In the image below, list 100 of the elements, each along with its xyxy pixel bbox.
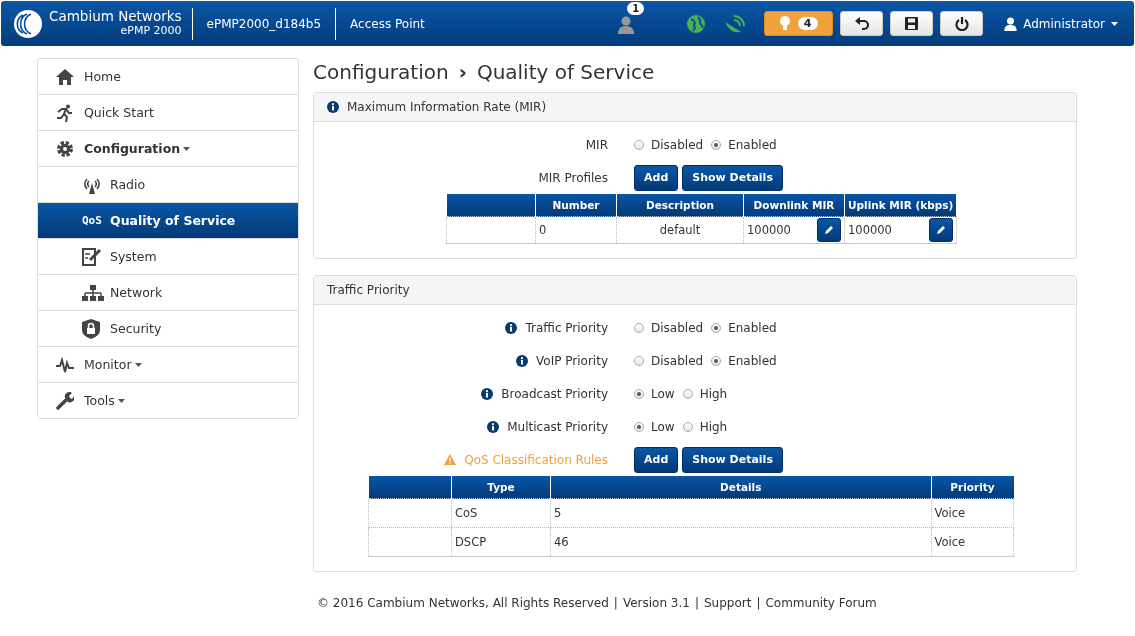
sidebar-item[interactable]: System — [38, 239, 298, 275]
radio-label: Enabled — [728, 353, 777, 368]
field-label: Broadcast Priority — [501, 386, 608, 401]
sidebar-item[interactable]: Security — [38, 311, 298, 347]
info-icon — [516, 354, 529, 367]
caret-icon — [117, 398, 125, 403]
sidebar-item[interactable]: Network — [38, 275, 298, 311]
footer-link[interactable]: Community Forum — [765, 596, 877, 610]
action-button[interactable]: Show Details — [682, 164, 783, 191]
sidebar-item[interactable]: Configuration — [38, 131, 298, 167]
pencil-icon — [935, 225, 946, 235]
table-cell: 5 — [554, 506, 562, 520]
separator-text: | — [613, 596, 618, 610]
action-button[interactable]: Add — [634, 164, 679, 191]
radio-button[interactable] — [682, 388, 693, 399]
separator-text: | — [756, 596, 761, 610]
panel-title: Maximum Information Rate (MIR) — [347, 100, 547, 114]
home-icon — [56, 68, 74, 85]
field-label: MIR — [585, 137, 608, 152]
radio-label: Disabled — [651, 320, 704, 335]
field-label: Multicast Priority — [507, 419, 608, 434]
table-cell: 0 — [539, 223, 547, 237]
action-button[interactable]: Show Details — [682, 446, 783, 473]
breadcrumb-separator: › — [458, 60, 467, 84]
user-icon — [1004, 16, 1018, 31]
user-icon[interactable] — [618, 16, 635, 34]
globe-icon[interactable] — [686, 13, 707, 34]
sidebar-item[interactable]: Quick Start — [38, 95, 298, 131]
radio-button[interactable] — [711, 322, 722, 333]
field-label: QoS Classification Rules — [464, 452, 608, 467]
radio-label: Disabled — [651, 353, 704, 368]
page-title: Quality of Service — [476, 60, 655, 84]
table-cell: DSCP — [455, 535, 487, 549]
column-header: Details — [550, 476, 931, 499]
radio-label: High — [699, 419, 728, 434]
power-button[interactable] — [940, 11, 984, 36]
radio-button[interactable] — [634, 139, 644, 150]
column-header: Type — [451, 476, 551, 499]
sidebar-item[interactable]: Tools — [38, 383, 298, 418]
radio-button[interactable] — [634, 355, 644, 366]
table-cell: CoS — [455, 506, 478, 520]
panel-title: Traffic Priority — [327, 283, 410, 297]
table-cell: 100000 — [848, 223, 892, 237]
power-icon — [954, 16, 969, 31]
info-icon — [327, 101, 339, 113]
warning-icon — [444, 454, 457, 465]
pulse-icon — [56, 356, 74, 373]
pencil-icon — [824, 225, 834, 235]
caret-icon — [134, 362, 142, 367]
alerts-button[interactable]: 4 — [764, 11, 834, 36]
notification-badge: 1 — [627, 2, 645, 15]
lightbulb-icon — [779, 16, 790, 31]
radio-button[interactable] — [634, 421, 644, 432]
brand-name: Cambium Networks — [49, 9, 182, 25]
qos-icon: QoS — [82, 214, 102, 227]
running-person-icon — [56, 103, 74, 122]
column-header: Uplink MIR (kbps) — [844, 194, 957, 217]
save-icon — [905, 17, 919, 30]
sidebar-item[interactable]: QoS Quality of Service — [38, 203, 298, 239]
lock-shield-icon — [82, 318, 100, 339]
edit-button[interactable] — [817, 218, 841, 242]
footer-text: © 2016 Cambium Networks, All Rights Reserved — [317, 596, 609, 610]
radio-button[interactable] — [634, 388, 644, 399]
field-label: MIR Profiles — [538, 170, 608, 185]
radio-button[interactable] — [682, 421, 693, 432]
radio-label: Enabled — [728, 320, 777, 335]
edit-form-icon — [82, 247, 102, 266]
radio-label: Disabled — [651, 137, 704, 152]
sidebar-item[interactable]: Home — [38, 59, 298, 95]
caret-icon — [1111, 21, 1118, 26]
table-cell: 100000 — [747, 223, 791, 237]
info-icon — [481, 387, 494, 400]
radio-label: Low — [651, 386, 675, 401]
device-name: ePMP2000_d184b5 — [192, 7, 337, 40]
separator-text: | — [694, 596, 699, 610]
table-cell: Voice — [934, 506, 966, 520]
field-label: VoIP Priority — [536, 353, 608, 368]
table-cell: Voice — [934, 535, 966, 549]
footer-link[interactable]: Support — [703, 596, 752, 610]
undo-icon — [854, 16, 869, 31]
radio-button[interactable] — [634, 322, 644, 333]
table-cell: 46 — [554, 535, 569, 549]
radio-label: Low — [651, 419, 675, 434]
network-icon — [82, 284, 104, 301]
column-header: Downlink MIR — [743, 194, 845, 217]
undo-button[interactable] — [840, 11, 884, 36]
radio-button[interactable] — [711, 139, 722, 150]
gear-icon — [56, 139, 74, 158]
device-mode: Access Point — [349, 15, 426, 33]
breadcrumb-link[interactable]: Configuration — [313, 60, 449, 84]
radio-button[interactable] — [711, 355, 722, 366]
action-button[interactable]: Add — [634, 446, 679, 473]
logo-icon — [13, 8, 43, 39]
satellite-dish-icon[interactable] — [724, 13, 747, 34]
radio-label: Enabled — [728, 137, 777, 152]
edit-button[interactable] — [928, 218, 953, 242]
sidebar-item[interactable]: Monitor — [38, 347, 298, 383]
user-menu[interactable]: Administrator — [998, 15, 1124, 32]
column-header: Priority — [931, 476, 1014, 499]
save-button[interactable] — [890, 11, 934, 36]
